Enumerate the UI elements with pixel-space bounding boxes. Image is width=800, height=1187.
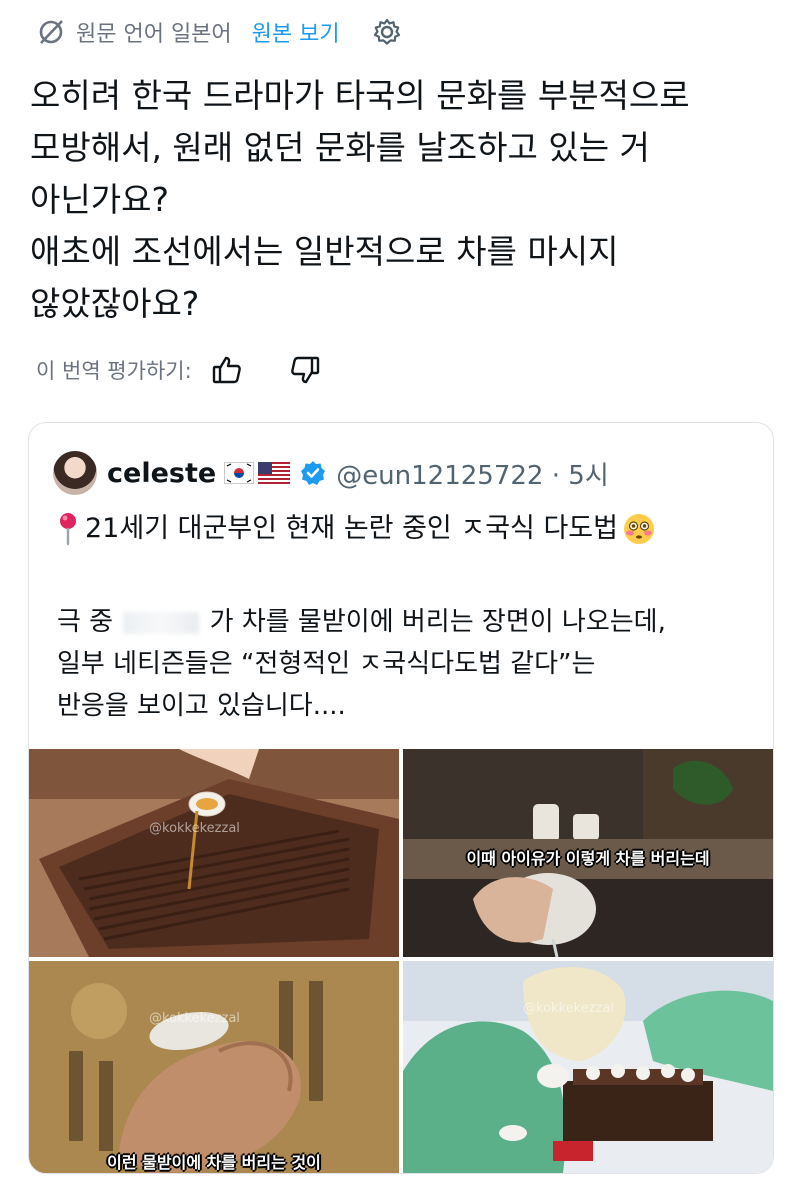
- pin-icon: [57, 512, 79, 546]
- thumbs-up-icon[interactable]: [210, 353, 244, 387]
- media-caption: 이런 물받이에 차를 버리는 것이: [107, 1153, 321, 1172]
- post-text-line: 모방해서, 원래 없던 문화를 날조하고 있는 거: [30, 128, 650, 167]
- thumbs-down-icon[interactable]: [288, 353, 322, 387]
- quoted-post-title: 21세기 대군부인 현재 논란 중인 ㅈ국식 다도법: [57, 509, 656, 549]
- source-language-label: 원문 언어 일본어: [76, 22, 232, 47]
- flushed-face-icon: [622, 512, 656, 546]
- body-text: 반응을 보이고 있습니다....: [57, 691, 346, 721]
- quoted-post-body: 극 중 가 차를 물받이에 버리는 장면이 나오는데, 일부 네티즌들은 “전형…: [57, 601, 757, 727]
- watermark: @kokkekezzal: [149, 821, 240, 836]
- gear-icon[interactable]: [372, 17, 402, 47]
- verified-badge-icon: [300, 460, 326, 486]
- watermark: @kokkekezzal: [523, 1001, 614, 1016]
- media-image-tea-tray[interactable]: @kokkekezzal: [29, 749, 399, 957]
- quoted-post-title-text: 21세기 대군부인 현재 논란 중인 ㅈ국식 다도법: [85, 513, 618, 544]
- media-image-hanbok-ceremony[interactable]: @kokkekezzal: [403, 961, 773, 1173]
- quoted-post-header: celeste @eun12125722 · 5시: [53, 445, 609, 501]
- blurred-name: [123, 611, 200, 634]
- media-image-hand-cup[interactable]: @kokkekezzal 이런 물받이에 차를 버리는 것이: [29, 961, 399, 1173]
- usa-flag-icon: [258, 462, 291, 484]
- view-original-link[interactable]: 원본 보기: [252, 16, 340, 48]
- rate-translation-bar: 이 번역 평가하기:: [36, 350, 322, 390]
- media-image-drama-scene[interactable]: 이때 아이유가 이렇게 차를 버리는데: [403, 749, 773, 957]
- korea-flag-icon: [224, 462, 255, 484]
- post-text: 오히려 한국 드라마가 타국의 문화를 부분적으로 모방해서, 원래 없던 문화…: [30, 70, 770, 330]
- post-text-line: 아닌가요?: [30, 180, 169, 219]
- quoted-post-card[interactable]: celeste @eun12125722 · 5시 21세기 대군부인 현재 논…: [28, 422, 774, 1174]
- translation-bar: 원문 언어 일본어 원본 보기: [36, 14, 402, 50]
- body-text: 가 차를 물받이에 버리는 장면이 나오는데,: [209, 607, 666, 637]
- body-text: 극 중: [57, 607, 114, 637]
- media-grid: @kokkekezzal 이때 아이유가 이렇게 차를 버리는데 @kokkek…: [29, 749, 773, 1173]
- author-name[interactable]: celeste: [107, 458, 216, 489]
- rate-translation-label: 이 번역 평가하기:: [36, 359, 192, 383]
- post-text-line: 오히려 한국 드라마가 타국의 문화를 부분적으로: [30, 76, 690, 115]
- media-caption: 이때 아이유가 이렇게 차를 버리는데: [466, 849, 710, 868]
- body-text: 일부 네티즌들은 “전형적인 ㅈ국식다도법 같다”는: [57, 649, 596, 679]
- translate-off-icon: [36, 17, 66, 47]
- post-text-line: 애초에 조선에서는 일반적으로 차를 마시지: [30, 232, 619, 271]
- avatar[interactable]: [53, 451, 97, 495]
- post-text-line: 않았잖아요?: [30, 284, 200, 323]
- watermark: @kokkekezzal: [149, 1011, 240, 1026]
- author-handle-time: @eun12125722 · 5시: [336, 460, 609, 491]
